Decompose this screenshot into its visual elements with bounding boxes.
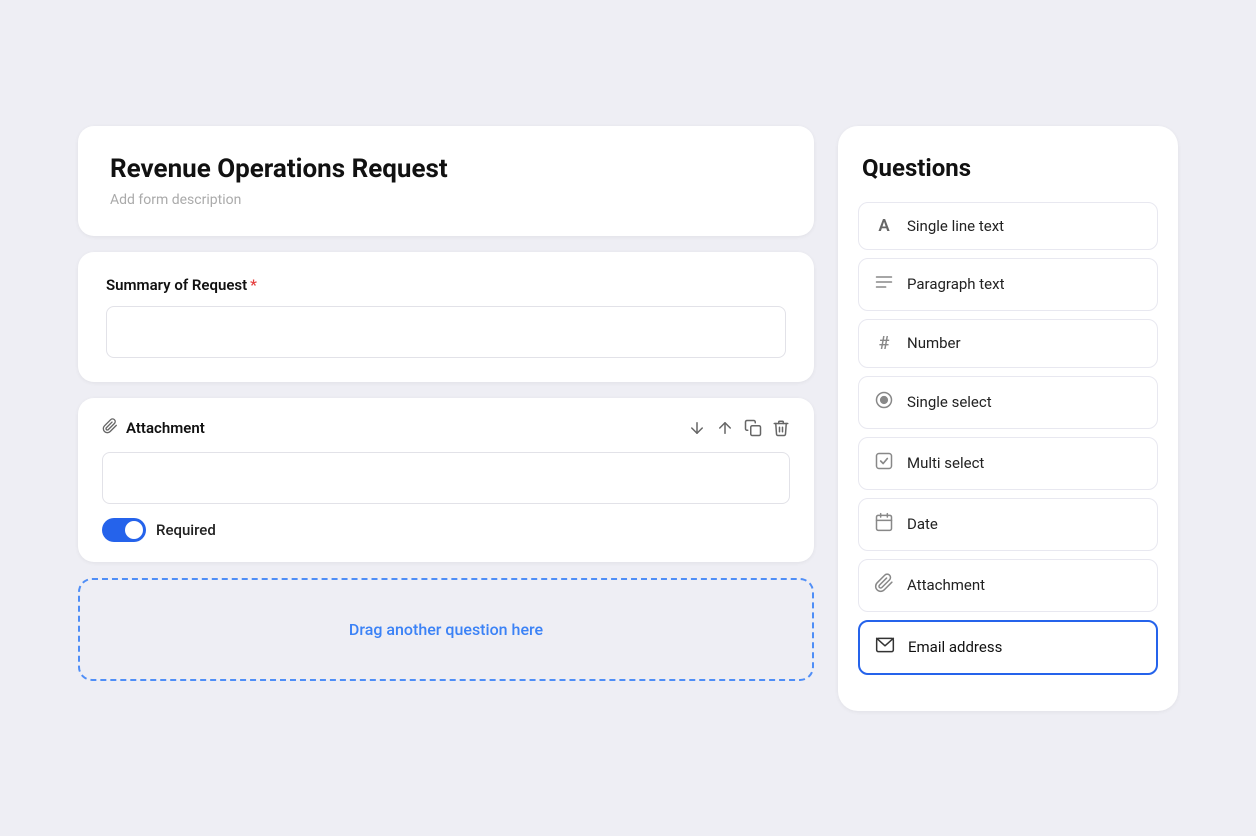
single-select-label: Single select: [907, 393, 992, 411]
question-item-email-address[interactable]: Email address: [858, 620, 1158, 675]
multi-select-icon: [873, 451, 895, 476]
left-panel: Revenue Operations Request Add form desc…: [78, 126, 814, 711]
attachment-question-label: Attachment: [907, 576, 985, 594]
attachment-input[interactable]: [102, 452, 790, 504]
delete-icon[interactable]: [772, 419, 790, 437]
attachment-title-row: Attachment: [102, 418, 205, 438]
summary-input[interactable]: [106, 306, 786, 358]
question-item-paragraph-text[interactable]: Paragraph text: [858, 258, 1158, 311]
number-label: Number: [907, 334, 961, 352]
email-address-label: Email address: [908, 638, 1002, 656]
number-icon: #: [873, 333, 895, 354]
attachment-card: Attachment: [78, 398, 814, 562]
attachment-actions: [688, 419, 790, 437]
email-icon: [874, 635, 896, 660]
required-indicator: *: [250, 276, 257, 294]
summary-field-label: Summary of Request*: [106, 276, 786, 294]
single-line-text-icon: A: [873, 216, 895, 236]
form-title: Revenue Operations Request: [110, 154, 782, 184]
question-item-single-line-text[interactable]: A Single line text: [858, 202, 1158, 250]
duplicate-icon[interactable]: [744, 419, 762, 437]
attachment-label: Attachment: [126, 419, 205, 437]
attachment-icon: [873, 573, 895, 598]
questions-title: Questions: [858, 154, 1158, 182]
main-container: Revenue Operations Request Add form desc…: [78, 126, 1178, 711]
title-card: Revenue Operations Request Add form desc…: [78, 126, 814, 236]
paragraph-text-label: Paragraph text: [907, 275, 1004, 293]
question-item-date[interactable]: Date: [858, 498, 1158, 551]
question-item-multi-select[interactable]: Multi select: [858, 437, 1158, 490]
required-toggle[interactable]: ✓: [102, 518, 146, 542]
date-icon: [873, 512, 895, 537]
summary-field-card: Summary of Request*: [78, 252, 814, 382]
right-panel: Questions A Single line text Paragraph t…: [838, 126, 1178, 711]
date-label: Date: [907, 515, 938, 533]
single-select-icon: [873, 390, 895, 415]
drag-zone-text: Drag another question here: [349, 620, 543, 639]
question-item-number[interactable]: # Number: [858, 319, 1158, 368]
single-line-text-label: Single line text: [907, 217, 1004, 235]
multi-select-label: Multi select: [907, 454, 984, 472]
move-up-icon[interactable]: [716, 419, 734, 437]
required-label: Required: [156, 521, 216, 539]
move-down-icon[interactable]: [688, 419, 706, 437]
drag-zone[interactable]: Drag another question here: [78, 578, 814, 681]
question-item-single-select[interactable]: Single select: [858, 376, 1158, 429]
paragraph-text-icon: [873, 272, 895, 297]
question-item-attachment[interactable]: Attachment: [858, 559, 1158, 612]
required-toggle-row: ✓ Required: [102, 518, 790, 542]
form-description[interactable]: Add form description: [110, 192, 782, 208]
paperclip-icon: [102, 418, 118, 438]
attachment-header: Attachment: [102, 418, 790, 438]
